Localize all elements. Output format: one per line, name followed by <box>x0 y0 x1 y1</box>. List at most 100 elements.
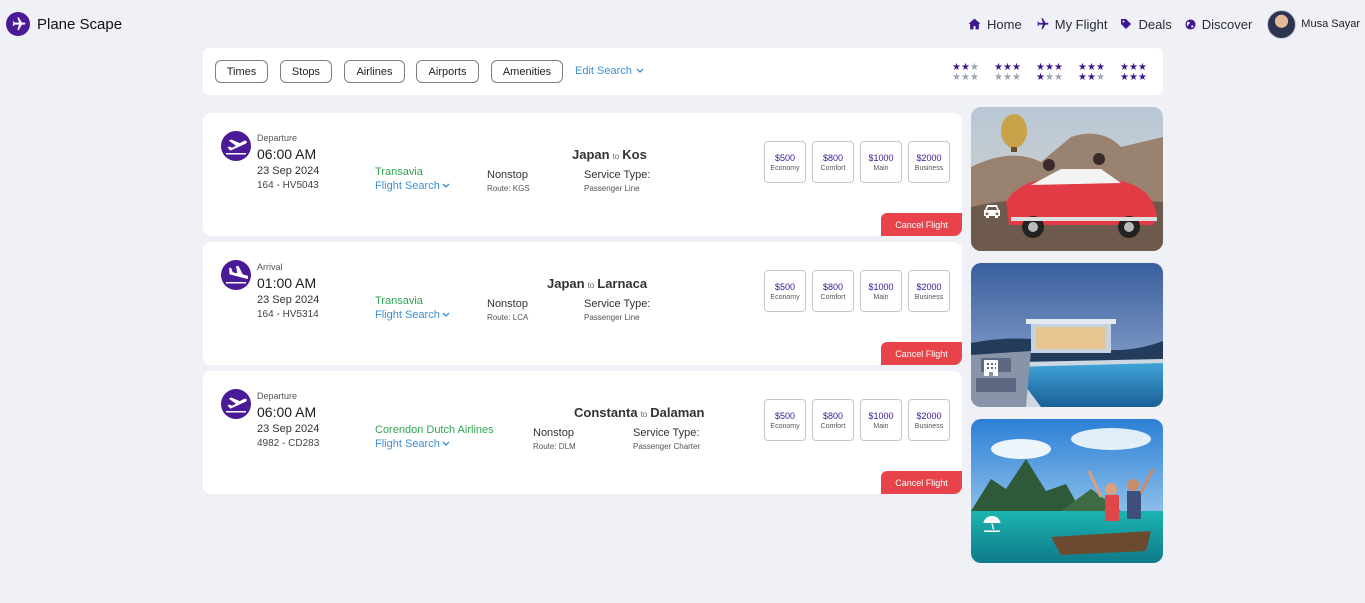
nav-home[interactable]: Home <box>968 17 1022 32</box>
rating-filter-1-star[interactable]: ★ ★ ★ ★ ★ ★ <box>952 63 982 83</box>
car-rental-image <box>971 107 1163 251</box>
direction-label: Arrival <box>257 262 283 272</box>
price-comfort[interactable]: $800 Comfort <box>812 399 854 441</box>
hotel-card[interactable] <box>971 263 1163 407</box>
price-value: $500 <box>774 411 796 421</box>
price-class: Economy <box>770 294 800 301</box>
price-value: $2000 <box>916 411 942 421</box>
flight-card: Departure 06:00 AM 23 Sep 2024 4982 - CD… <box>203 371 962 494</box>
price-business[interactable]: $2000 Business <box>908 141 950 183</box>
airplane-landing-icon <box>221 260 251 290</box>
route-cities: Japan to Kos <box>572 147 647 162</box>
price-class: Comfort <box>820 165 846 172</box>
chevron-down-icon <box>442 441 450 446</box>
price-comfort[interactable]: $800 Comfort <box>812 141 854 183</box>
airplane-takeoff-icon <box>221 389 251 419</box>
user-name: Musa Sayar <box>1301 18 1360 30</box>
cancel-flight-button[interactable]: Cancel Flight <box>881 342 962 365</box>
price-comfort[interactable]: $800 Comfort <box>812 270 854 312</box>
route-info: Route: LCA <box>487 313 529 322</box>
service-type-value: Passenger Charter <box>633 442 701 451</box>
airplane-icon <box>6 12 30 36</box>
price-business[interactable]: $2000 Business <box>908 399 950 441</box>
beach-image <box>971 419 1163 563</box>
price-class: Business <box>914 165 944 172</box>
nav-my-flight[interactable]: My Flight <box>1035 16 1108 32</box>
service-type-value: Passenger Line <box>584 184 640 193</box>
price-value: $800 <box>822 153 844 163</box>
airplane-icon <box>1037 18 1049 30</box>
route-cities: Constanta to Dalaman <box>574 405 704 420</box>
origin-city: Japan <box>572 147 610 162</box>
flight-search-label: Flight Search <box>375 438 440 450</box>
airplane-takeoff-icon <box>221 131 251 161</box>
service-type-value: Passenger Line <box>584 313 640 322</box>
rating-filter-2-star[interactable]: ★ ★ ★ ★ ★ ★ <box>994 63 1024 83</box>
flight-search-link[interactable]: Flight Search <box>375 309 450 321</box>
flight-search-label: Flight Search <box>375 309 440 321</box>
cancel-flight-button[interactable]: Cancel Flight <box>881 213 962 236</box>
price-economy[interactable]: $500 Economy <box>764 141 806 183</box>
flight-number: 4982 - CD283 <box>257 438 320 449</box>
price-class: Main <box>873 165 889 172</box>
price-business[interactable]: $2000 Business <box>908 270 950 312</box>
price-value: $500 <box>774 282 796 292</box>
filter-airlines-button[interactable]: Airlines <box>344 60 405 83</box>
price-economy[interactable]: $500 Economy <box>764 399 806 441</box>
edit-search-label: Edit Search <box>575 65 632 77</box>
top-header: Plane Scape Home My Flight Deals Discove… <box>0 0 1365 48</box>
nav-deals[interactable]: Deals <box>1120 16 1172 32</box>
tag-icon <box>1121 19 1132 29</box>
chevron-down-icon <box>636 68 644 73</box>
flight-time: 01:00 AM <box>257 275 317 291</box>
price-main[interactable]: $1000 Main <box>860 141 902 183</box>
airline-name: Transavia <box>375 295 423 307</box>
hotel-image <box>971 263 1163 407</box>
brand-name: Plane Scape <box>37 15 123 33</box>
rating-filter-4-star[interactable]: ★ ★ ★ ★ ★ ★ <box>1078 63 1108 83</box>
edit-search-link[interactable]: Edit Search <box>575 65 644 77</box>
chevron-down-icon <box>442 183 450 188</box>
stops-info: Nonstop <box>487 169 528 181</box>
flight-search-link[interactable]: Flight Search <box>375 438 450 450</box>
price-class: Comfort <box>820 294 846 301</box>
price-class: Economy <box>770 165 800 172</box>
flight-card: Departure 06:00 AM 23 Sep 2024 164 - HV5… <box>203 113 962 236</box>
beach-card[interactable] <box>971 419 1163 563</box>
price-economy[interactable]: $500 Economy <box>764 270 806 312</box>
car-rental-card[interactable] <box>971 107 1163 251</box>
price-value: $1000 <box>868 411 894 421</box>
avatar <box>1267 9 1297 39</box>
flight-date: 23 Sep 2024 <box>257 165 320 177</box>
cancel-flight-button[interactable]: Cancel Flight <box>881 471 962 494</box>
filter-times-button[interactable]: Times <box>215 60 268 83</box>
brand-logo[interactable]: Plane Scape <box>6 12 122 36</box>
flight-search-link[interactable]: Flight Search <box>375 180 450 192</box>
airline-name: Transavia <box>375 166 423 178</box>
user-menu[interactable]: Musa Sayar <box>1267 9 1360 39</box>
rating-filter-5-star[interactable]: ★ ★ ★ ★ ★ ★ <box>1120 63 1150 83</box>
flight-time: 06:00 AM <box>257 404 317 420</box>
service-type-label: Service Type: <box>584 169 651 181</box>
destination-city: Dalaman <box>650 405 705 420</box>
to-label: to <box>612 152 620 161</box>
route-info: Route: KGS <box>487 184 530 193</box>
nav-my-flight-label: My Flight <box>1054 16 1108 32</box>
chevron-down-icon <box>442 312 450 317</box>
airline-name: Corendon Dutch Airlines <box>375 424 494 436</box>
to-label: to <box>640 410 648 419</box>
filter-amenities-button[interactable]: Amenities <box>491 60 563 83</box>
price-value: $1000 <box>868 282 894 292</box>
nav-deals-label: Deals <box>1138 16 1172 32</box>
price-class: Economy <box>770 423 800 430</box>
beach-umbrella-icon <box>982 515 1002 538</box>
stops-info: Nonstop <box>487 298 528 310</box>
price-main[interactable]: $1000 Main <box>860 270 902 312</box>
nav-discover[interactable]: Discover <box>1185 17 1252 32</box>
filter-airports-button[interactable]: Airports <box>416 60 479 83</box>
filter-stops-button[interactable]: Stops <box>280 60 332 83</box>
price-main[interactable]: $1000 Main <box>860 399 902 441</box>
price-class: Main <box>873 294 889 301</box>
rating-filter-3-star[interactable]: ★ ★ ★ ★ ★ ★ <box>1036 63 1066 83</box>
origin-city: Japan <box>547 276 585 291</box>
